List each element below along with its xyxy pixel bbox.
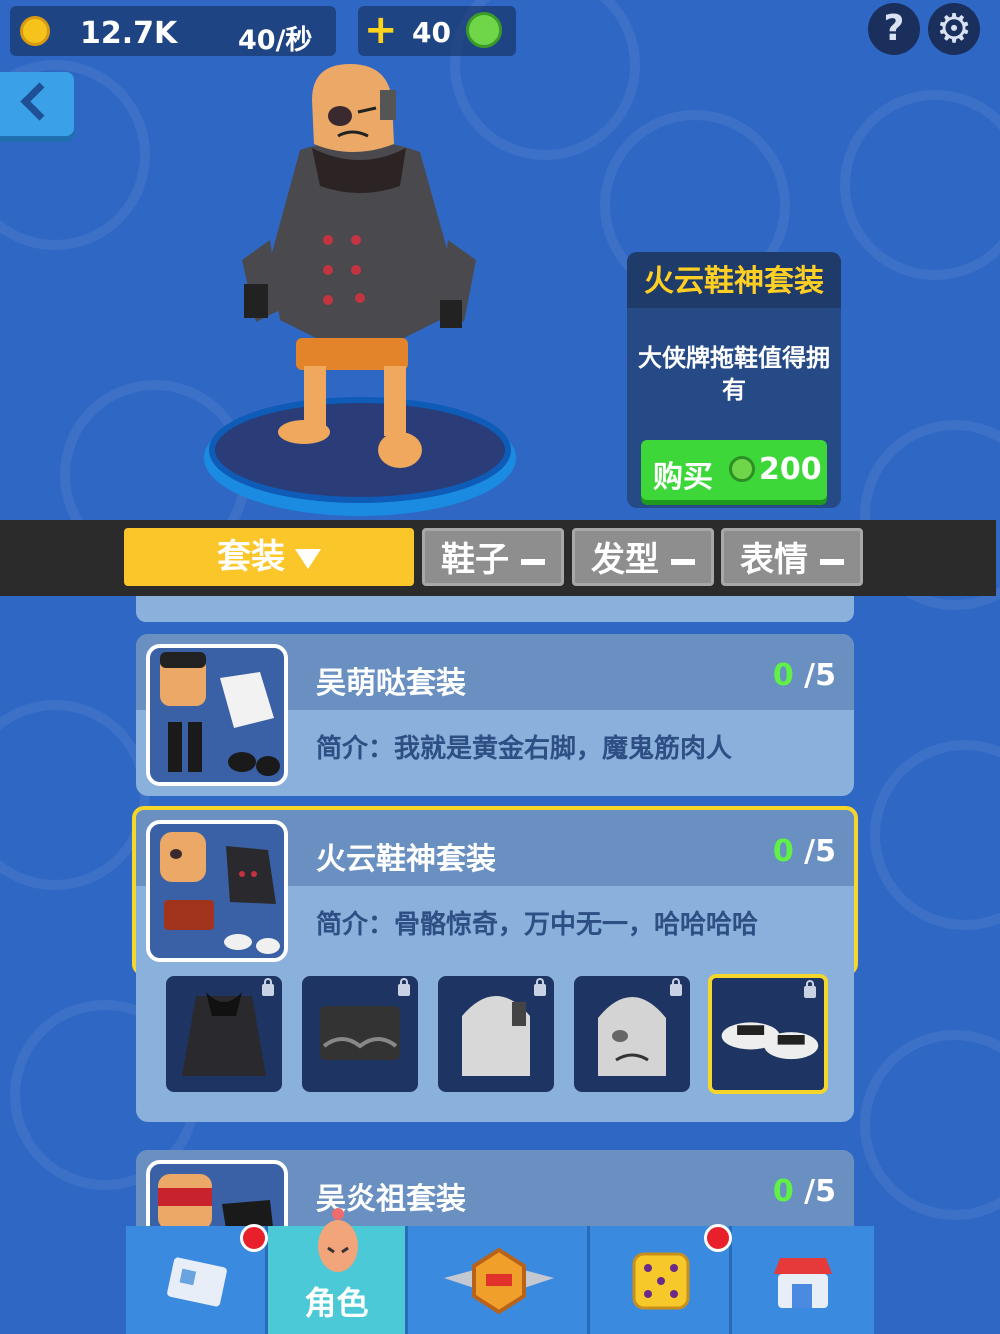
outfit-progress: 0 /5 <box>773 658 836 693</box>
gem-icon <box>466 12 502 48</box>
owned-count: 0 <box>772 1174 794 1209</box>
outfit-name: 吴萌哒套装 <box>316 666 466 701</box>
notification-badge <box>240 1224 268 1252</box>
nav-dice[interactable] <box>590 1224 732 1334</box>
tab-expression[interactable]: 表情 <box>721 528 863 586</box>
tab-hairstyle-label: 发型 <box>591 540 659 580</box>
minus-icon <box>671 558 695 565</box>
nav-rank[interactable] <box>408 1226 590 1334</box>
dropdown-arrow-icon <box>295 548 321 569</box>
help-button[interactable]: ? <box>868 3 920 55</box>
dice-icon <box>632 1252 690 1310</box>
total-count: /5 <box>804 834 836 869</box>
tab-expression-label: 表情 <box>740 540 808 580</box>
outfit-parts-list <box>136 964 854 1122</box>
nav-news[interactable] <box>126 1224 268 1334</box>
outfit-card-selected[interactable]: 火云鞋神套装 0 /5 简介：骨骼惊奇，万中无一，哈哈哈哈 <box>132 806 858 976</box>
rank-badge-icon <box>444 1248 554 1314</box>
plus-icon[interactable]: + <box>364 10 398 50</box>
outfit-thumbnail <box>146 820 288 962</box>
lock-icon <box>534 978 546 996</box>
outfit-card[interactable]: 吴萌哒套装 0 /5 简介：我就是黄金右脚，魔鬼筋肉人 <box>136 634 854 796</box>
tab-shoes[interactable]: 鞋子 <box>422 528 564 586</box>
minus-icon <box>820 558 844 565</box>
coin-value: 12.7K <box>80 16 178 51</box>
part-hair[interactable] <box>438 976 554 1092</box>
outfit-thumbnail <box>146 644 288 786</box>
outfit-progress: 0 /5 <box>773 1174 836 1209</box>
settings-button[interactable]: ⚙ <box>928 3 980 55</box>
lock-icon <box>398 978 410 996</box>
gem-icon <box>729 456 755 482</box>
outfit-description: 简介：骨骼惊奇，万中无一，哈哈哈哈 <box>316 910 759 940</box>
coin-counter: 12.7K 40/秒 <box>10 6 336 56</box>
owned-count: 0 <box>772 834 794 869</box>
character-icon <box>318 1208 358 1272</box>
promo-description: 大侠牌拖鞋值得拥有 <box>638 344 830 404</box>
nav-character-label: 角色 <box>304 1284 369 1322</box>
back-button[interactable] <box>0 72 74 136</box>
part-coat[interactable] <box>166 976 282 1092</box>
coin-icon <box>20 16 50 46</box>
total-count: /5 <box>804 658 836 693</box>
lock-icon <box>670 978 682 996</box>
tab-outfits[interactable]: 套装 <box>124 528 414 586</box>
outfit-progress: 0 /5 <box>773 834 836 869</box>
part-shorts[interactable] <box>302 976 418 1092</box>
promo-card: 火云鞋神套装 大侠牌拖鞋值得拥有 购买 200 <box>627 252 841 508</box>
tab-outfits-label: 套装 <box>217 537 285 577</box>
buy-price: 200 <box>759 452 822 487</box>
outfit-card-partial[interactable] <box>136 596 854 622</box>
buy-button[interactable]: 购买 200 <box>641 440 827 500</box>
lock-icon <box>804 980 816 998</box>
gem-counter: + 40 <box>358 6 516 56</box>
news-icon <box>167 1257 227 1307</box>
minus-icon <box>521 558 545 565</box>
character-head <box>312 64 396 152</box>
nav-character[interactable]: 角色 <box>268 1208 408 1334</box>
buy-label: 购买 <box>653 460 713 495</box>
character-preview <box>204 64 516 516</box>
outfit-description: 简介：我就是黄金右脚，魔鬼筋肉人 <box>316 734 733 764</box>
tab-shoes-label: 鞋子 <box>441 540 509 580</box>
gem-value: 40 <box>412 16 451 49</box>
notification-badge <box>704 1224 732 1252</box>
category-tabs: 套装 鞋子 发型 表情 <box>0 520 996 596</box>
lock-icon <box>262 978 274 996</box>
promo-title: 火云鞋神套装 <box>627 252 841 308</box>
total-count: /5 <box>804 1174 836 1209</box>
coin-rate: 40/秒 <box>238 25 313 56</box>
outfit-name: 火云鞋神套装 <box>316 842 496 877</box>
shop-icon <box>774 1258 832 1308</box>
owned-count: 0 <box>772 658 794 693</box>
part-slippers[interactable] <box>708 974 828 1094</box>
part-face[interactable] <box>574 976 690 1092</box>
tab-hairstyle[interactable]: 发型 <box>572 528 714 586</box>
nav-shop[interactable] <box>732 1226 874 1334</box>
top-bar: 12.7K 40/秒 + 40 ? ⚙ <box>0 0 1000 60</box>
bottom-navigation: 角色 <box>126 1208 874 1334</box>
